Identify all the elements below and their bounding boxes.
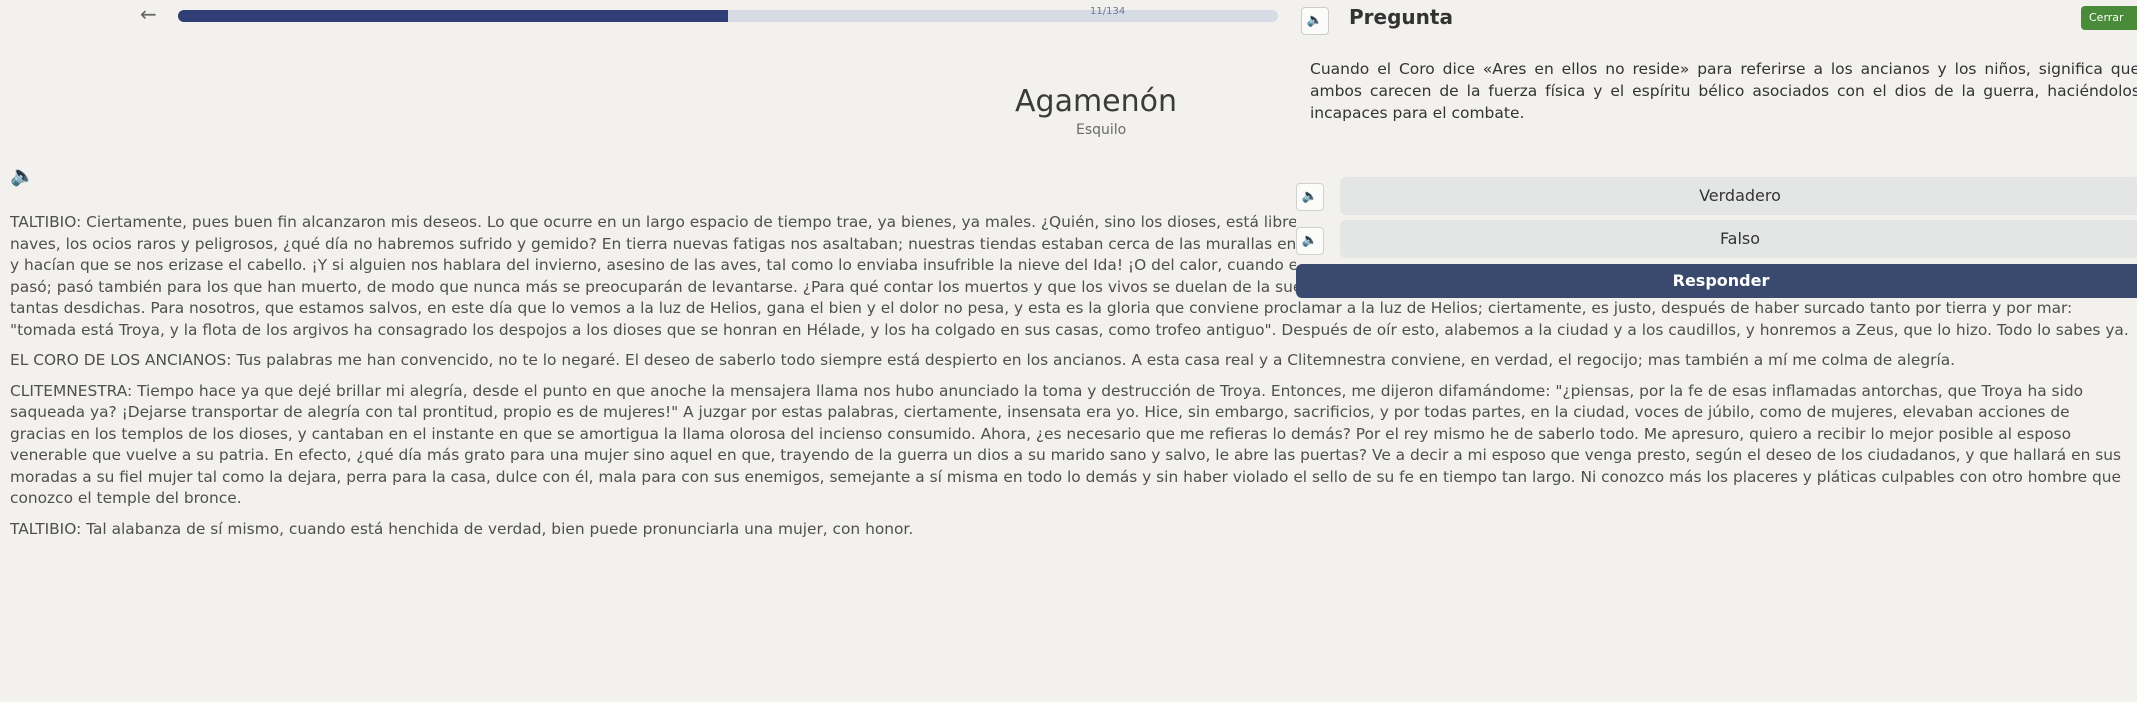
book-title: Agamenón: [1015, 84, 1178, 119]
respond-button[interactable]: Responder: [1296, 264, 2137, 298]
close-button[interactable]: Cerrar: [2081, 6, 2137, 30]
option-true[interactable]: Verdadero: [1340, 177, 2137, 215]
progress-counter: 11/134: [1090, 6, 1126, 17]
option-false[interactable]: Falso: [1340, 220, 2137, 258]
speaker-icon[interactable]: 🔈: [1301, 7, 1329, 35]
question-panel: 🔈 Pregunta Cerrar Cuando el Coro dice «A…: [1296, 0, 2137, 300]
speaker-icon[interactable]: 🔈: [1296, 227, 1324, 255]
reading-progress-fill: [178, 10, 728, 22]
back-arrow-icon[interactable]: ←: [140, 2, 157, 26]
speaker-icon[interactable]: 🔈: [10, 163, 35, 187]
speaker-icon[interactable]: 🔈: [1296, 183, 1324, 211]
paragraph: CLITEMNESTRA: Tiempo hace ya que dejé br…: [10, 381, 2122, 508]
paragraph: TALTIBIO: Tal alabanza de sí mismo, cuan…: [10, 519, 914, 538]
paragraph: EL CORO DE LOS ANCIANOS: Tus palabras me…: [10, 351, 1956, 369]
question-text: Cuando el Coro dice «Ares en ellos no re…: [1310, 60, 2137, 122]
question-label: Pregunta: [1349, 5, 1453, 29]
book-author: Esquilo: [1076, 122, 1127, 138]
